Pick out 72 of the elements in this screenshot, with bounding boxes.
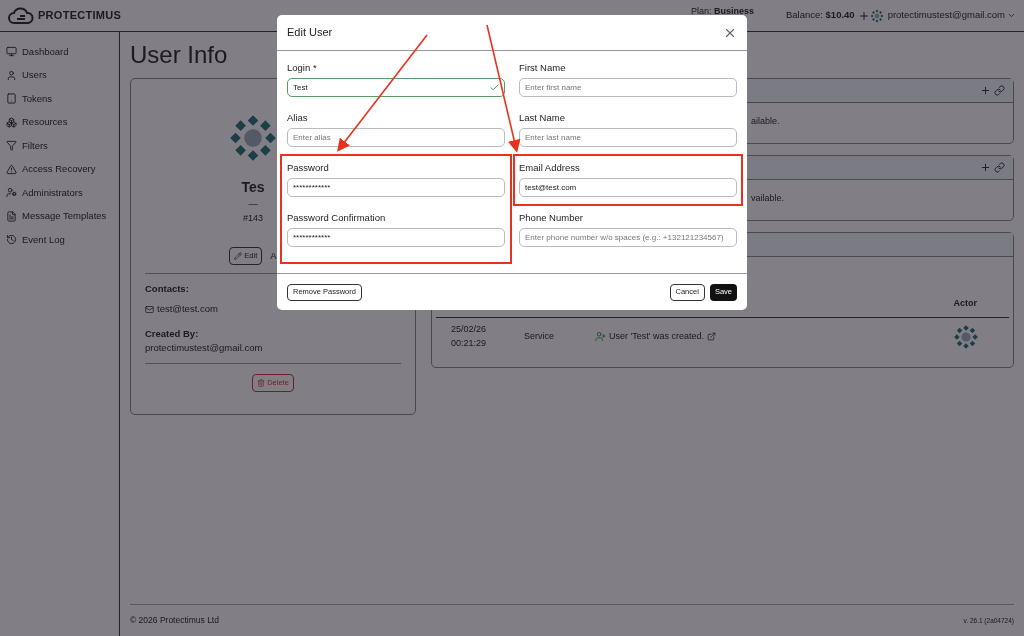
link-icon[interactable] <box>994 85 1005 96</box>
balance-label: Balance: $10.40 <box>785 8 855 23</box>
sidebar-item[interactable]: Tokens <box>0 87 119 111</box>
sidebar-item[interactable]: Users <box>0 63 119 87</box>
add-icon[interactable] <box>980 85 991 96</box>
sidebar-item[interactable]: Message Templates <box>0 204 119 228</box>
dash-text: — <box>248 198 258 211</box>
event-time: 00:21:29 <box>451 336 488 350</box>
caret-icon <box>1007 11 1016 20</box>
sidebar-item[interactable]: Resources <box>0 110 119 134</box>
add-icon[interactable] <box>980 162 991 173</box>
action-button[interactable]: A <box>270 248 277 264</box>
sidebar-item[interactable]: Administrators <box>0 181 119 205</box>
mail-icon <box>145 304 154 314</box>
input-field[interactable]: Enter phone number w/o spaces (e.g.: +132121234567) <box>519 228 737 247</box>
field-label: Phone Number <box>519 212 583 224</box>
field-label: Last Name <box>519 112 565 124</box>
actor-avatar-icon <box>953 323 979 350</box>
event-message: User 'Test' was created. <box>609 329 704 343</box>
brand-name: PROTECTIMUS <box>38 8 122 24</box>
history-icon <box>6 234 17 246</box>
sidebar-item[interactable]: Access Recovery <box>0 157 119 181</box>
page-title: User Info <box>130 40 228 70</box>
user-id: #143 <box>243 211 263 225</box>
plan-label: Plan: Business <box>690 4 754 18</box>
check-icon <box>489 82 500 93</box>
user-name: Tes <box>241 178 265 197</box>
user-gear-icon <box>6 187 17 199</box>
user-icon <box>6 69 17 81</box>
account-avatar-icon <box>869 8 884 23</box>
filter-icon <box>6 140 17 152</box>
field-label: Password <box>287 162 329 174</box>
input-field[interactable]: Enter last name <box>519 128 737 147</box>
contacts-label: Contacts: <box>145 282 189 296</box>
event-source: Service <box>524 329 555 343</box>
trash-icon <box>257 379 266 387</box>
empty-note: ailable. <box>751 115 780 128</box>
input-field[interactable]: ************ <box>287 228 505 247</box>
field-label: Login * <box>287 62 317 74</box>
tablet-icon <box>6 93 17 105</box>
field-label: Password Confirmation <box>287 212 386 224</box>
input-field[interactable]: Enter first name <box>519 78 737 97</box>
pencil-icon <box>234 252 243 260</box>
input-field[interactable]: Test <box>287 78 505 97</box>
sidebar-item[interactable]: Dashboard <box>0 40 119 64</box>
empty-note: vailable. <box>751 192 785 205</box>
link-icon[interactable] <box>994 162 1005 173</box>
contact-email: test@test.com <box>145 302 218 317</box>
field-label: First Name <box>519 62 566 74</box>
event-date: 25/02/26 <box>451 323 488 336</box>
logo-icon <box>8 5 34 26</box>
input-field[interactable]: test@test.com <box>519 178 737 197</box>
document-icon <box>6 210 17 222</box>
created-by-label: Created By: <box>145 326 199 341</box>
copyright-text: © 2026 Protectimus Ltd <box>130 614 219 627</box>
field-label: Alias <box>287 112 308 124</box>
avatar-icon <box>228 113 278 163</box>
sidebar-item[interactable]: Filters <box>0 134 119 158</box>
input-field[interactable]: ************ <box>287 178 505 197</box>
dialog-title: Edit User <box>287 25 333 41</box>
column-header: Actor <box>953 297 977 310</box>
boxes-icon <box>6 116 17 128</box>
sidebar-item[interactable]: Event Log <box>0 228 119 252</box>
input-field[interactable]: Enter alias <box>287 128 505 147</box>
user-add-icon <box>595 331 606 342</box>
external-link-icon[interactable] <box>707 332 716 341</box>
warning-icon <box>6 163 17 175</box>
account-menu[interactable]: protectimustest@gmail.com <box>887 8 1005 23</box>
add-icon[interactable] <box>857 9 870 22</box>
field-label: Email Address <box>519 162 580 174</box>
created-by-value: protectimustest@gmail.com <box>145 340 263 355</box>
monitor-icon <box>6 46 17 58</box>
